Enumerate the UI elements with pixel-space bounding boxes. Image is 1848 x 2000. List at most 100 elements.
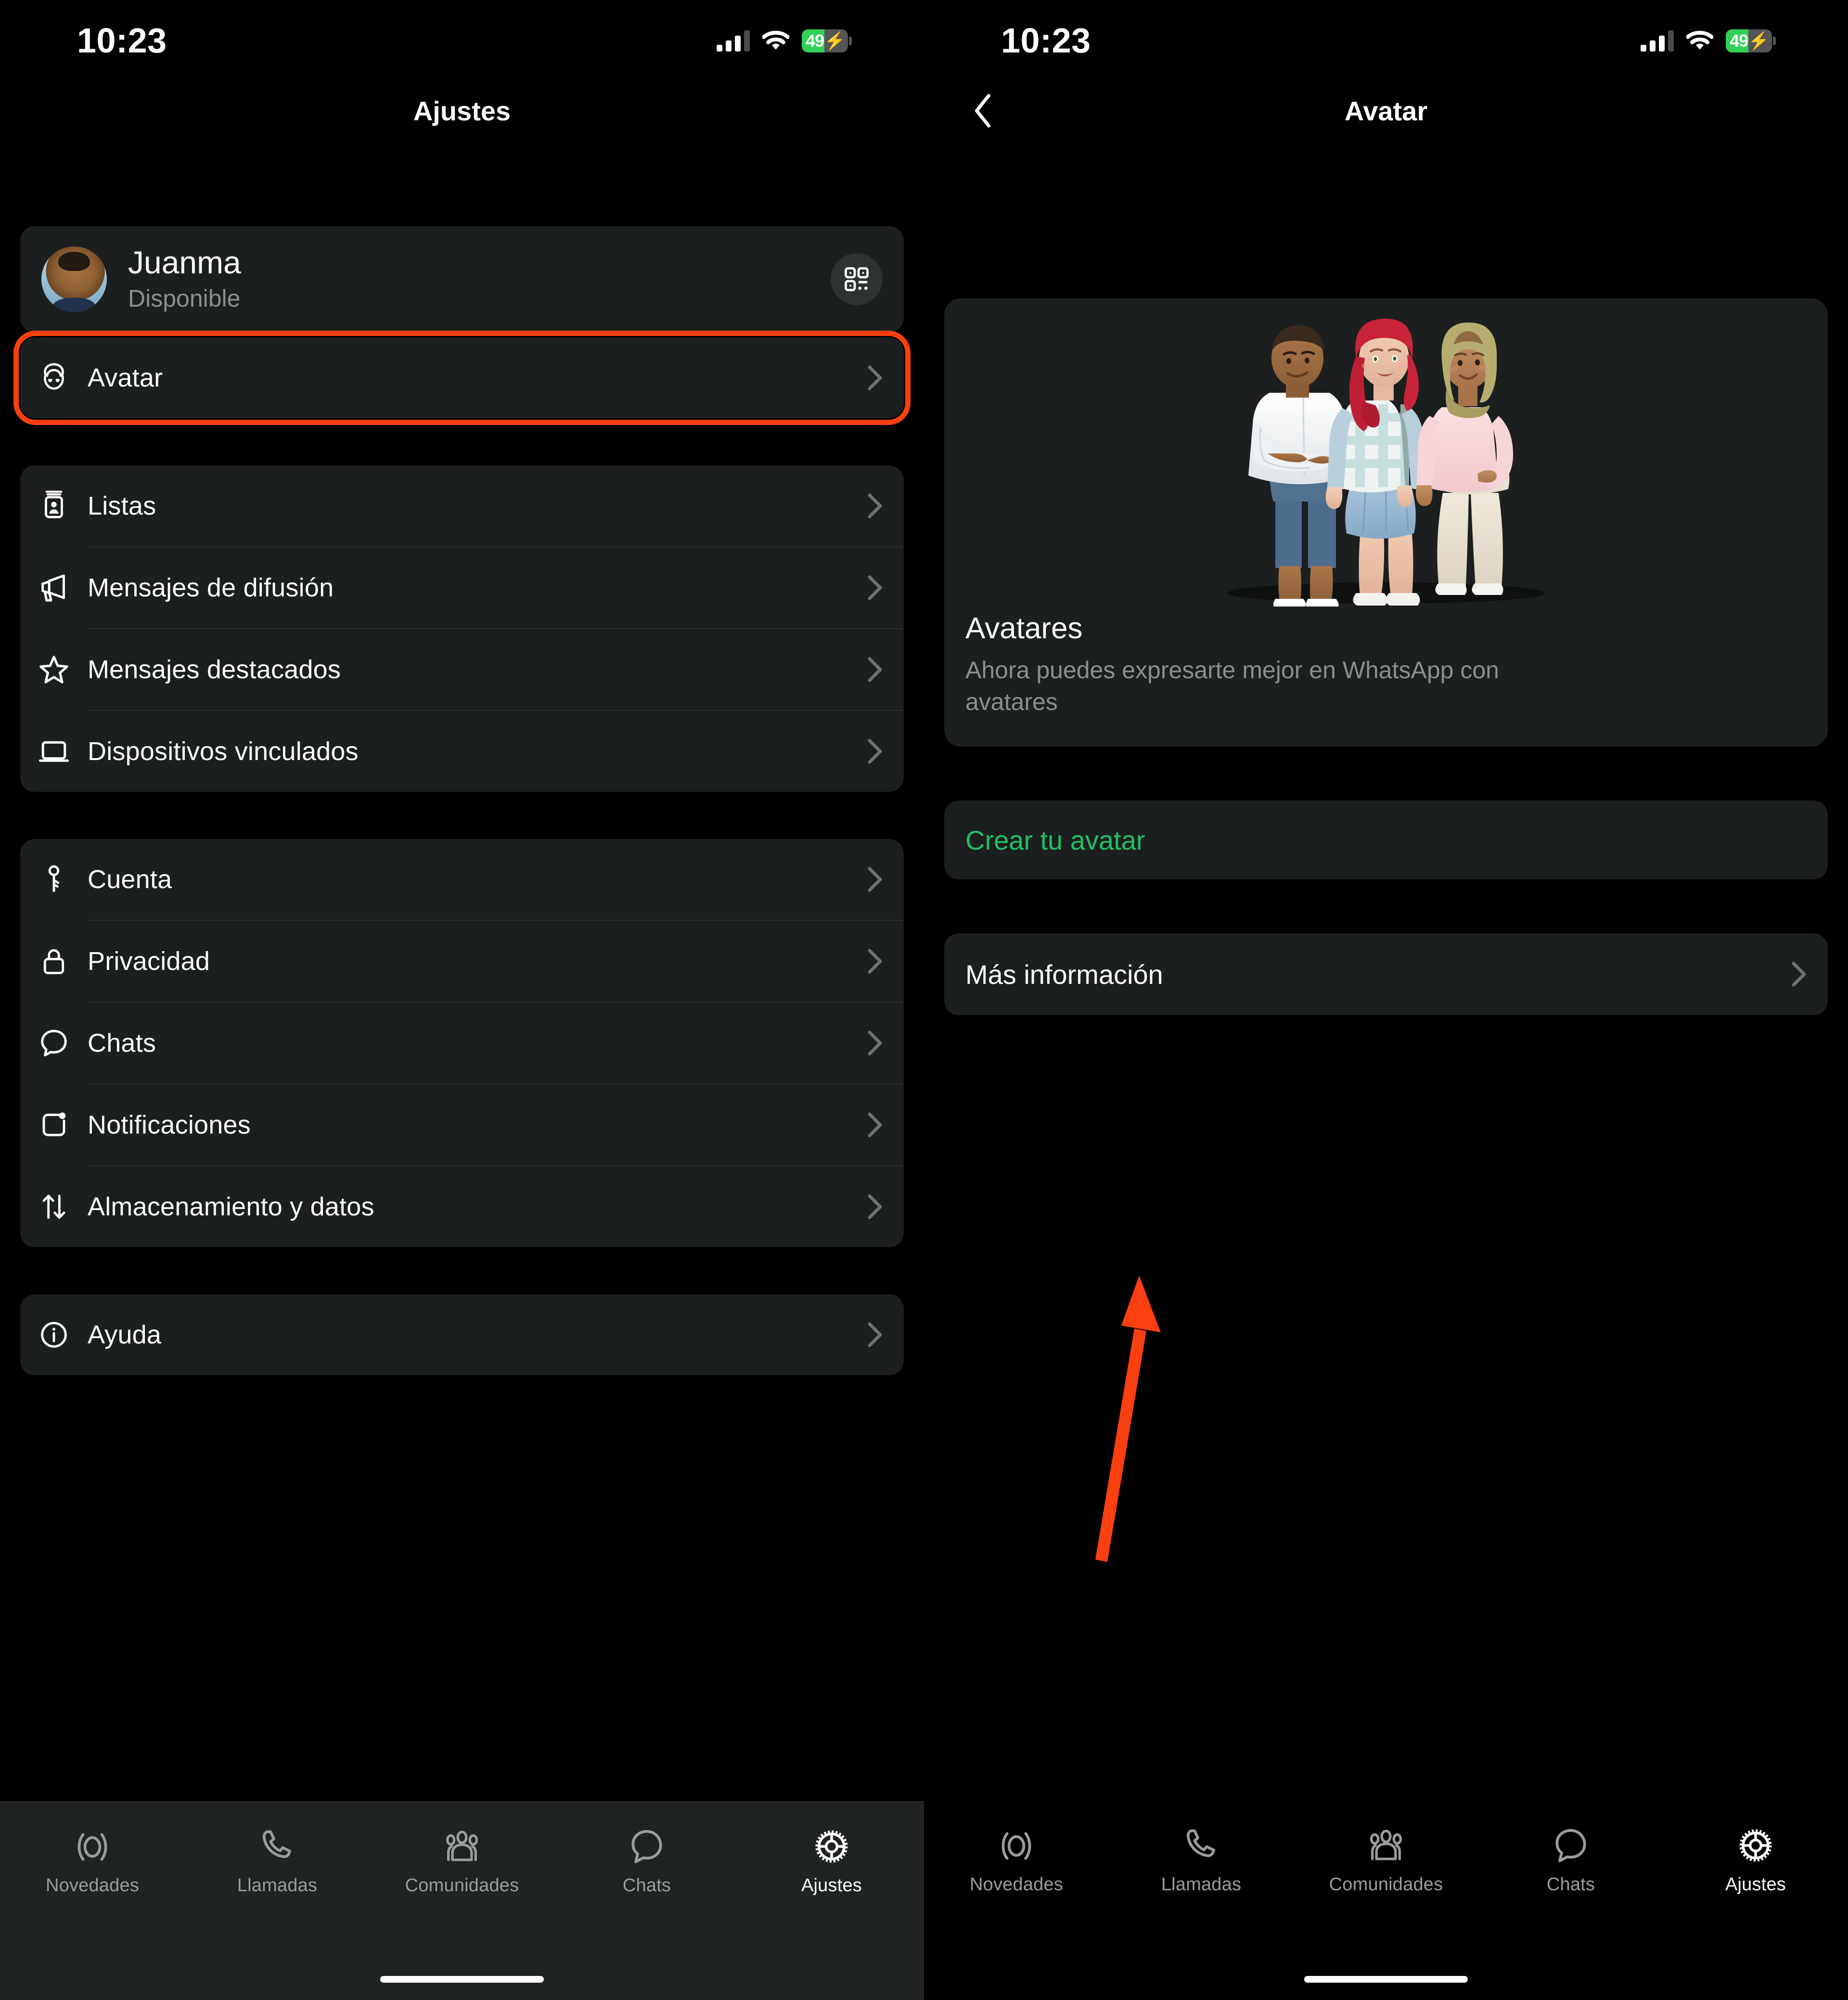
tab-comunidades[interactable]: Comunidades	[1294, 1820, 1478, 1895]
battery-percent: 49	[806, 31, 824, 51]
wifi-icon	[762, 30, 789, 52]
tab-label: Comunidades	[405, 1875, 519, 1896]
bottom-tab-bar-left: Novedades Llamadas Comunidades Chats Aju…	[0, 1801, 924, 2000]
create-avatar-button[interactable]: Crear tu avatar	[944, 800, 1828, 879]
settings-group-two: Cuenta Privacidad Chats Notificaciones A…	[20, 839, 904, 1248]
chevron-right-icon	[865, 1321, 885, 1348]
tab-label: Comunidades	[1329, 1874, 1443, 1895]
tab-label: Ajustes	[1725, 1874, 1786, 1895]
status-bar-right: 10:23 49⚡	[924, 0, 1848, 82]
qr-code-button[interactable]	[831, 253, 883, 305]
chat-bubble-icon	[1549, 1820, 1592, 1867]
sidebar-item-notificaciones[interactable]: Notificaciones	[20, 1084, 904, 1165]
arrows-updown-icon	[20, 1190, 88, 1223]
info-circle-icon	[20, 1318, 88, 1351]
left-screen-settings: 10:23 49⚡ Ajustes Juanma Disponible Avat…	[0, 0, 924, 2000]
battery-icon: 49⚡	[1726, 29, 1776, 52]
right-screen-avatar: 10:23 49⚡ Avatar Avatares Ahora puedes e…	[924, 0, 1848, 2000]
status-bar-left: 10:23 49⚡	[0, 0, 924, 82]
settings-group-one: Listas Mensajes de difusión Mensajes des…	[20, 465, 904, 792]
page-title: Ajustes	[413, 95, 511, 126]
gear-icon	[810, 1821, 853, 1868]
sidebar-item-mensajes-de-difusion[interactable]: Mensajes de difusión	[20, 547, 904, 628]
phone-icon	[1181, 1820, 1222, 1867]
gear-icon	[1734, 1820, 1777, 1867]
status-time: 10:23	[77, 22, 167, 60]
lock-icon	[20, 945, 88, 978]
tab-label: Llamadas	[237, 1875, 318, 1896]
tab-comunidades[interactable]: Comunidades	[370, 1821, 554, 1896]
status-rings-icon	[996, 1820, 1037, 1867]
tab-llamadas[interactable]: Llamadas	[1109, 1820, 1294, 1895]
communities-icon	[1364, 1820, 1408, 1867]
key-icon	[20, 863, 88, 896]
sidebar-item-label: Mensajes de difusión	[88, 573, 334, 603]
sidebar-item-label: Privacidad	[88, 947, 210, 976]
status-indicators: 49⚡	[717, 29, 852, 52]
sidebar-item-label: Dispositivos vinculados	[88, 737, 359, 766]
dual-screenshot-container: 10:23 49⚡ Ajustes Juanma Disponible Avat…	[0, 0, 1848, 2000]
sidebar-item-mensajes-destacados[interactable]: Mensajes destacados	[20, 629, 904, 710]
chat-bubble-icon	[20, 1026, 88, 1060]
avatar-face-icon	[20, 361, 88, 395]
tab-label: Novedades	[45, 1875, 140, 1896]
three-3d-avatars-illustration	[944, 298, 1828, 606]
page-title: Avatar	[1344, 95, 1428, 126]
tab-chats[interactable]: Chats	[554, 1821, 739, 1896]
sidebar-item-label: Avatar	[88, 363, 163, 393]
phone-icon	[257, 1821, 298, 1868]
communities-icon	[440, 1821, 484, 1868]
tab-label: Llamadas	[1161, 1874, 1242, 1895]
settings-group-three: Ayuda	[20, 1294, 904, 1376]
tab-ajustes[interactable]: Ajustes	[1663, 1820, 1848, 1895]
sidebar-item-cuenta[interactable]: Cuenta	[20, 839, 904, 920]
tab-label: Novedades	[969, 1874, 1064, 1895]
wifi-icon	[1686, 30, 1713, 52]
chevron-right-icon	[865, 364, 885, 391]
status-indicators: 49⚡	[1641, 29, 1776, 52]
tab-label: Chats	[622, 1875, 671, 1896]
chevron-right-icon	[1789, 961, 1809, 988]
home-indicator	[1304, 1976, 1468, 1983]
contact-card-icon	[20, 490, 88, 522]
settings-scroll-area: Juanma Disponible Avatar Listas Mensajes…	[0, 140, 924, 2000]
status-time: 10:23	[1001, 22, 1091, 60]
chevron-right-icon	[865, 866, 885, 893]
avatar	[41, 246, 107, 312]
nav-bar-right: Avatar	[924, 82, 1848, 140]
tab-label: Ajustes	[801, 1875, 862, 1896]
avatar-scroll-area: Avatares Ahora puedes expresarte mejor e…	[924, 140, 1848, 2000]
notification-bell-icon	[20, 1109, 88, 1141]
sidebar-item-label: Ayuda	[88, 1320, 162, 1350]
battery-percent: 49	[1730, 31, 1748, 51]
tab-novedades[interactable]: Novedades	[0, 1821, 185, 1896]
profile-name: Juanma	[128, 245, 241, 280]
star-icon	[20, 653, 88, 686]
tab-label: Chats	[1546, 1874, 1595, 1895]
hero-title: Avatares	[965, 612, 1083, 645]
chevron-right-icon	[865, 1193, 885, 1220]
chevron-right-icon	[865, 948, 885, 975]
sidebar-item-dispositivos-vinculados[interactable]: Dispositivos vinculados	[20, 711, 904, 792]
tab-llamadas[interactable]: Llamadas	[185, 1821, 370, 1896]
sidebar-item-ayuda[interactable]: Ayuda	[20, 1294, 904, 1375]
tab-ajustes[interactable]: Ajustes	[739, 1821, 924, 1896]
sidebar-item-label: Listas	[88, 491, 156, 521]
megaphone-icon	[20, 571, 88, 605]
tab-chats[interactable]: Chats	[1478, 1820, 1663, 1895]
profile-status: Disponible	[128, 285, 241, 312]
tab-novedades[interactable]: Novedades	[924, 1820, 1109, 1895]
chevron-right-icon	[865, 1111, 885, 1138]
sidebar-item-almacenamiento-y-datos[interactable]: Almacenamiento y datos	[20, 1166, 904, 1247]
sidebar-item-privacidad[interactable]: Privacidad	[20, 921, 904, 1002]
avatares-info-card: Avatares Ahora puedes expresarte mejor e…	[944, 298, 1828, 747]
sidebar-item-label: Notificaciones	[88, 1110, 251, 1140]
more-info-row[interactable]: Más información	[944, 933, 1828, 1015]
sidebar-item-avatar[interactable]: Avatar	[13, 331, 911, 426]
profile-card[interactable]: Juanma Disponible	[20, 226, 904, 333]
sidebar-item-label: Cuenta	[88, 865, 172, 894]
sidebar-item-chats[interactable]: Chats	[20, 1003, 904, 1084]
sidebar-item-listas[interactable]: Listas	[20, 465, 904, 546]
laptop-icon	[20, 735, 88, 768]
nav-bar-left: Ajustes	[0, 82, 924, 140]
